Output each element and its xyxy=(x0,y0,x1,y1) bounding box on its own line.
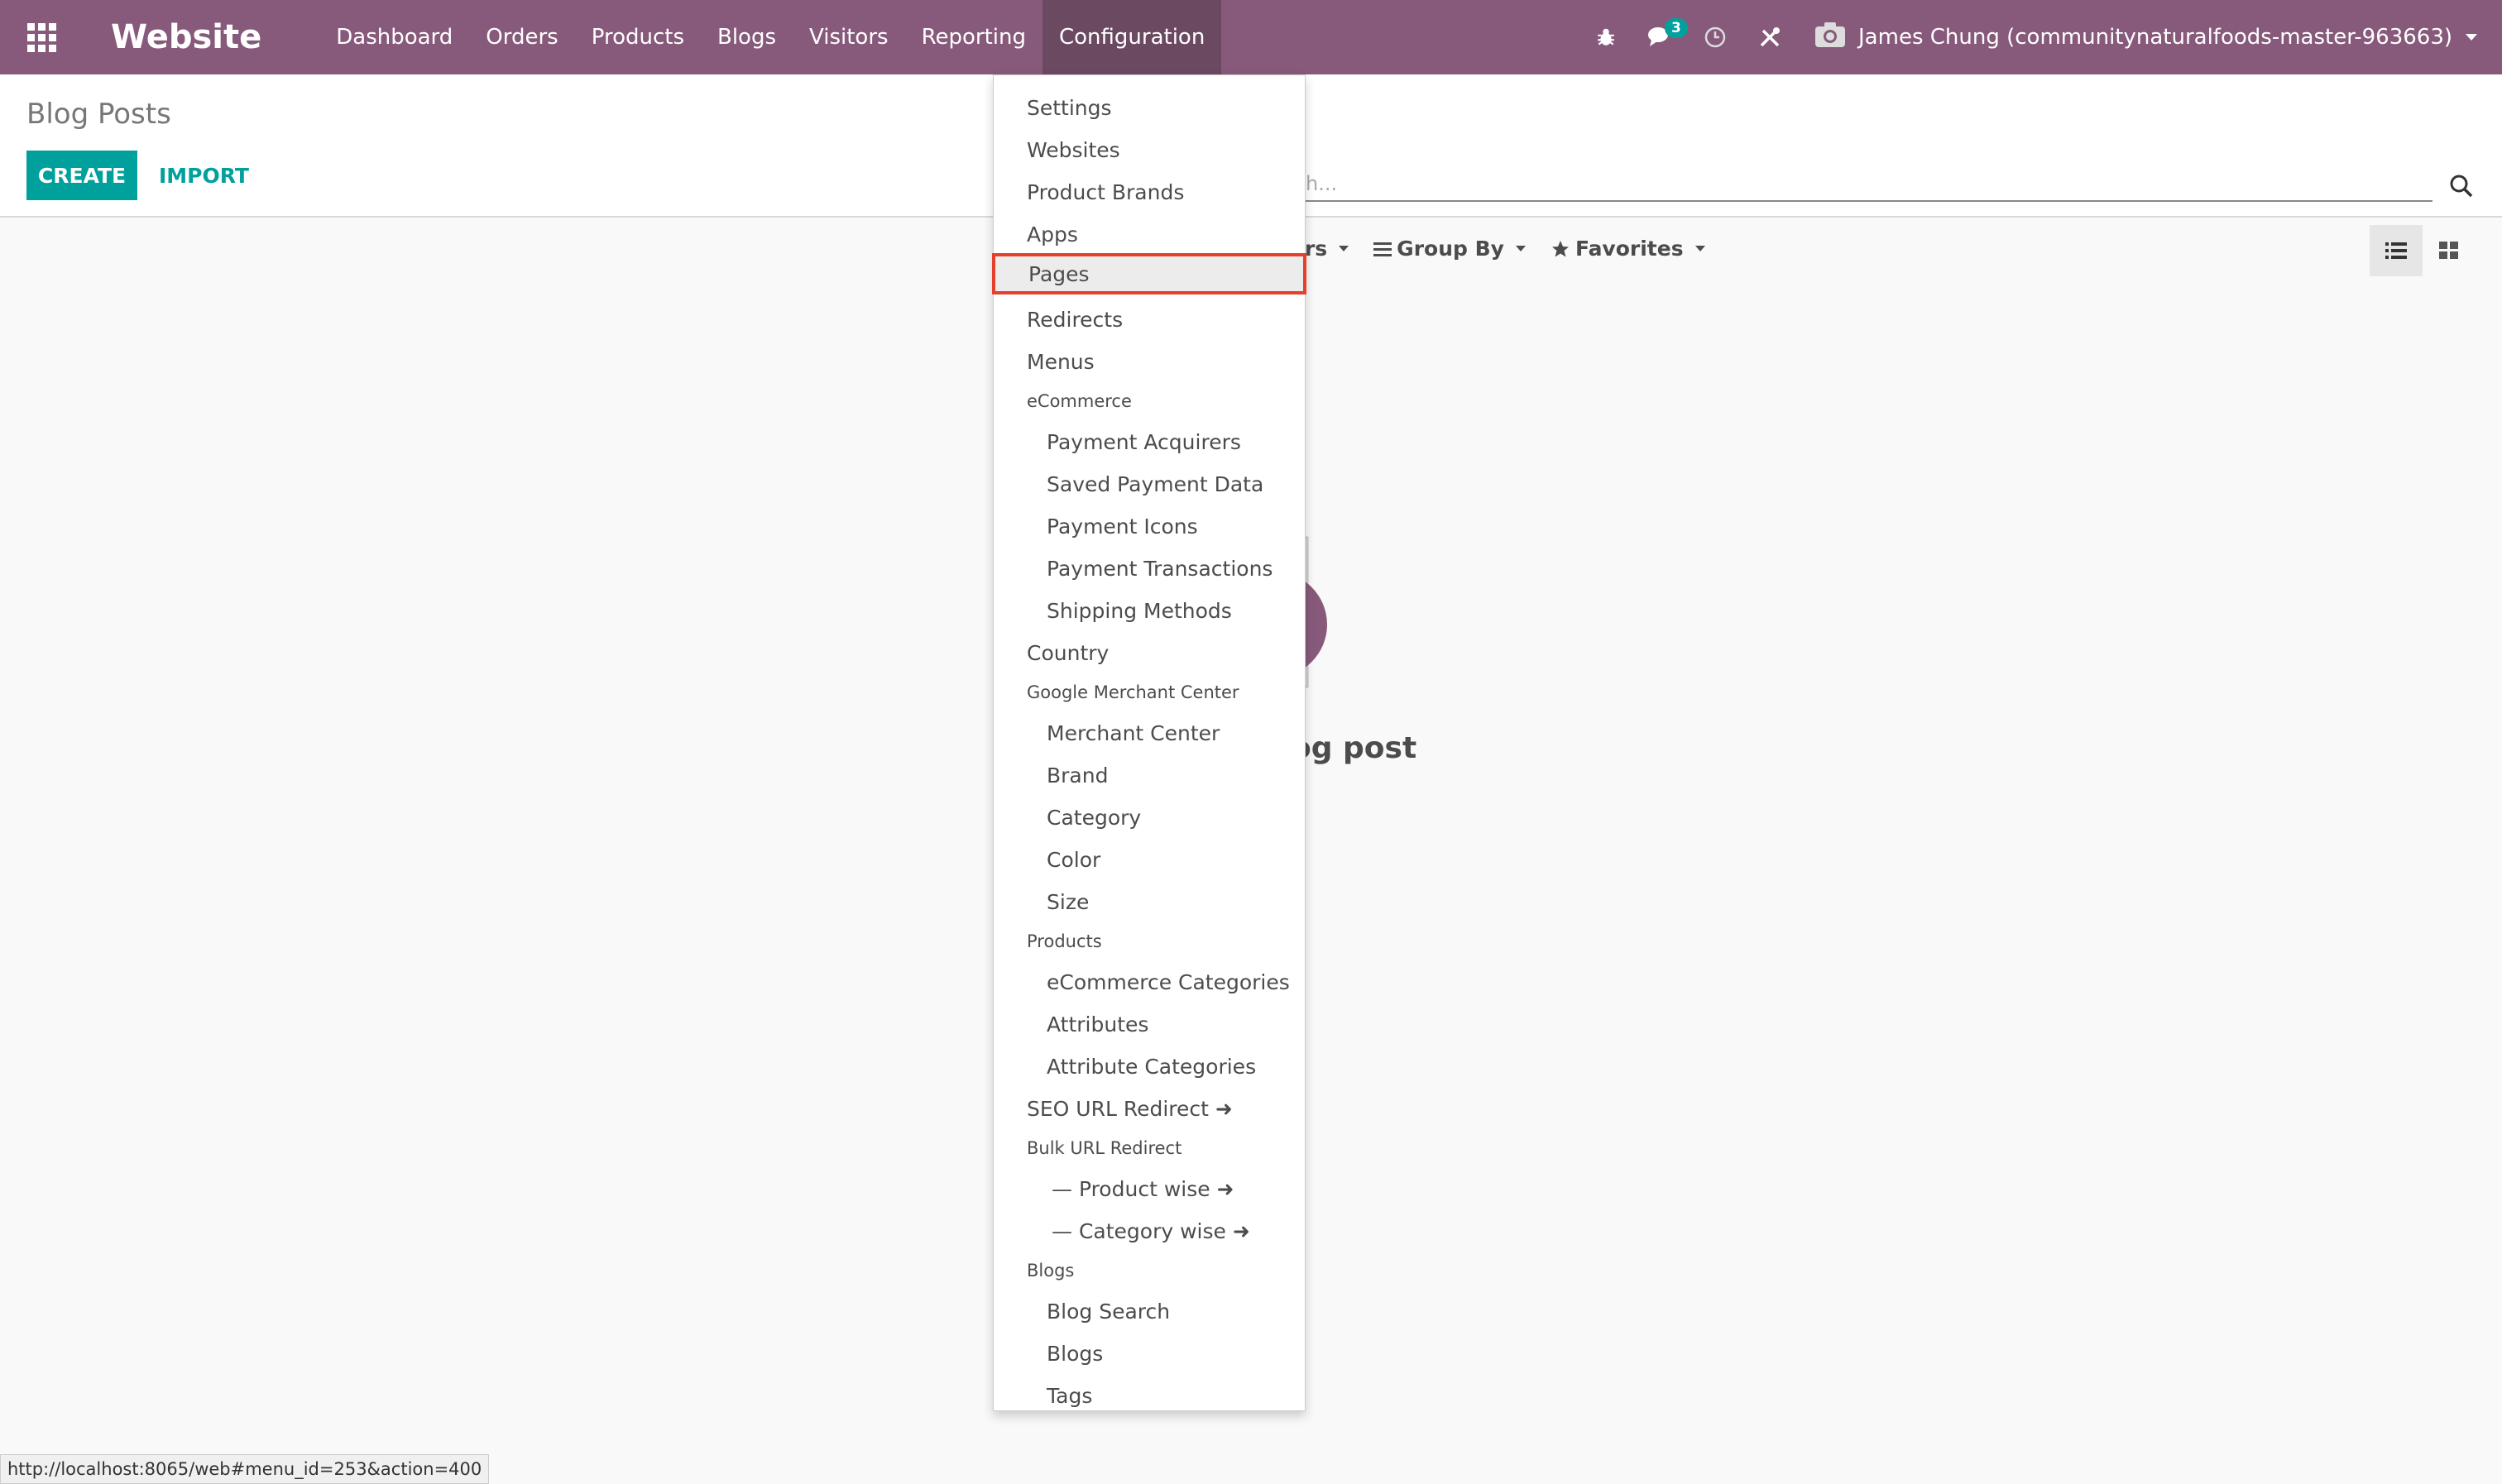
create-button[interactable]: CREATE xyxy=(26,151,137,200)
dropdown-item-tags[interactable]: Tags xyxy=(994,1375,1305,1416)
dropdown-item-pages[interactable]: Pages xyxy=(992,253,1306,294)
dropdown-item-blog-search[interactable]: Blog Search xyxy=(994,1290,1305,1332)
apps-menu-button[interactable] xyxy=(0,0,83,74)
menu-products[interactable]: Products xyxy=(575,0,701,74)
breadcrumb: Blog Posts xyxy=(26,98,171,131)
dropdown-item-shipping-methods[interactable]: Shipping Methods xyxy=(994,590,1305,631)
favorites-dropdown[interactable]: Favorites xyxy=(1551,237,1705,261)
dropdown-header-ecommerce: eCommerce xyxy=(1027,391,1132,411)
dropdown-item-product-brands[interactable]: Product Brands xyxy=(994,171,1305,213)
dropdown-item-size[interactable]: Size xyxy=(994,881,1305,922)
kanban-view-icon xyxy=(2439,242,2458,259)
menu-reporting[interactable]: Reporting xyxy=(905,0,1042,74)
user-menu[interactable]: James Chung (communitynaturalfoods-maste… xyxy=(1797,21,2502,55)
dropdown-item-settings[interactable]: Settings xyxy=(994,87,1305,128)
bug-icon[interactable] xyxy=(1579,0,1633,74)
dropdown-item-payment-transactions[interactable]: Payment Transactions xyxy=(994,548,1305,589)
user-name: James Chung (communitynaturalfoods-maste… xyxy=(1858,25,2452,50)
dropdown-item-redirects[interactable]: Redirects xyxy=(994,299,1305,340)
dropdown-item-ecommerce-categories[interactable]: eCommerce Categories xyxy=(994,961,1305,1003)
apps-grid-icon xyxy=(26,22,56,52)
dropdown-item-payment-icons[interactable]: Payment Icons xyxy=(994,505,1305,547)
dropdown-item-seo-url-redirect[interactable]: SEO URL Redirect ➜ xyxy=(994,1088,1305,1129)
dropdown-item-saved-payment-data[interactable]: Saved Payment Data xyxy=(994,463,1305,505)
group-by-dropdown[interactable]: Group By xyxy=(1373,237,1526,261)
menu-visitors[interactable]: Visitors xyxy=(793,0,905,74)
main-navbar: Website Dashboard Orders Products Blogs … xyxy=(0,0,2502,74)
filter-bar: ers Group By Favorites xyxy=(1291,237,1730,261)
list-view-icon xyxy=(2385,242,2407,259)
app-brand[interactable]: Website xyxy=(111,18,261,56)
caret-down-icon xyxy=(1339,246,1349,251)
caret-down-icon xyxy=(1694,246,1705,251)
import-button[interactable]: IMPORT xyxy=(159,151,249,200)
dropdown-item-category[interactable]: Category xyxy=(994,797,1305,838)
clock-icon[interactable] xyxy=(1688,0,1742,74)
dropdown-item-country[interactable]: Country xyxy=(994,632,1305,673)
menu-orders[interactable]: Orders xyxy=(469,0,574,74)
group-by-label: Group By xyxy=(1397,237,1504,261)
tools-icon[interactable] xyxy=(1742,0,1797,74)
dropdown-item-product-wise[interactable]: — Product wise ➜ xyxy=(994,1168,1305,1209)
kanban-view-button[interactable] xyxy=(2423,225,2476,276)
dropdown-header-bulk-url-redirect: Bulk URL Redirect xyxy=(1027,1138,1182,1158)
menu-blogs[interactable]: Blogs xyxy=(701,0,793,74)
messages-badge: 3 xyxy=(1665,18,1688,38)
configuration-dropdown: Settings Websites Product Brands Apps Pa… xyxy=(992,74,1306,1411)
menu-dashboard[interactable]: Dashboard xyxy=(319,0,469,74)
dropdown-item-payment-acquirers[interactable]: Payment Acquirers xyxy=(994,421,1305,462)
caret-down-icon xyxy=(1515,246,1526,251)
browser-status-bar: http://localhost:8065/web#menu_id=253&ac… xyxy=(0,1454,490,1484)
dropdown-item-color[interactable]: Color xyxy=(994,839,1305,880)
star-icon xyxy=(1551,240,1569,256)
dropdown-item-attribute-categories[interactable]: Attribute Categories xyxy=(994,1046,1305,1087)
empty-state-text: og post xyxy=(1291,731,1417,765)
dropdown-item-apps[interactable]: Apps xyxy=(994,213,1305,255)
camera-avatar-icon xyxy=(1814,21,1847,55)
user-caret-icon xyxy=(2466,34,2477,41)
dropdown-item-websites[interactable]: Websites xyxy=(994,129,1305,170)
dropdown-item-attributes[interactable]: Attributes xyxy=(994,1003,1305,1045)
dropdown-item-category-wise[interactable]: — Category wise ➜ xyxy=(994,1210,1305,1252)
dropdown-item-blogs[interactable]: Blogs xyxy=(994,1333,1305,1374)
dropdown-header-blogs: Blogs xyxy=(1027,1261,1075,1281)
chat-icon[interactable]: 3 xyxy=(1633,0,1688,74)
search-icon[interactable] xyxy=(2449,174,2474,202)
list-bars-icon xyxy=(1373,242,1392,256)
systray: 3 James Chung (communitynaturalfoods-mas… xyxy=(1579,0,2502,74)
dropdown-header-google-merchant-center: Google Merchant Center xyxy=(1027,682,1239,702)
dropdown-item-merchant-center[interactable]: Merchant Center xyxy=(994,712,1305,754)
view-switcher xyxy=(2370,225,2476,276)
list-view-button[interactable] xyxy=(2370,225,2423,276)
search-underline xyxy=(1274,200,2432,202)
top-menu: Dashboard Orders Products Blogs Visitors… xyxy=(319,0,1222,74)
dropdown-item-menus[interactable]: Menus xyxy=(994,341,1305,382)
dropdown-item-brand[interactable]: Brand xyxy=(994,754,1305,796)
dropdown-header-products: Products xyxy=(1027,931,1102,951)
search-input[interactable]: h... xyxy=(1306,172,1337,195)
menu-configuration[interactable]: Configuration xyxy=(1042,0,1222,74)
favorites-label: Favorites xyxy=(1575,237,1684,261)
